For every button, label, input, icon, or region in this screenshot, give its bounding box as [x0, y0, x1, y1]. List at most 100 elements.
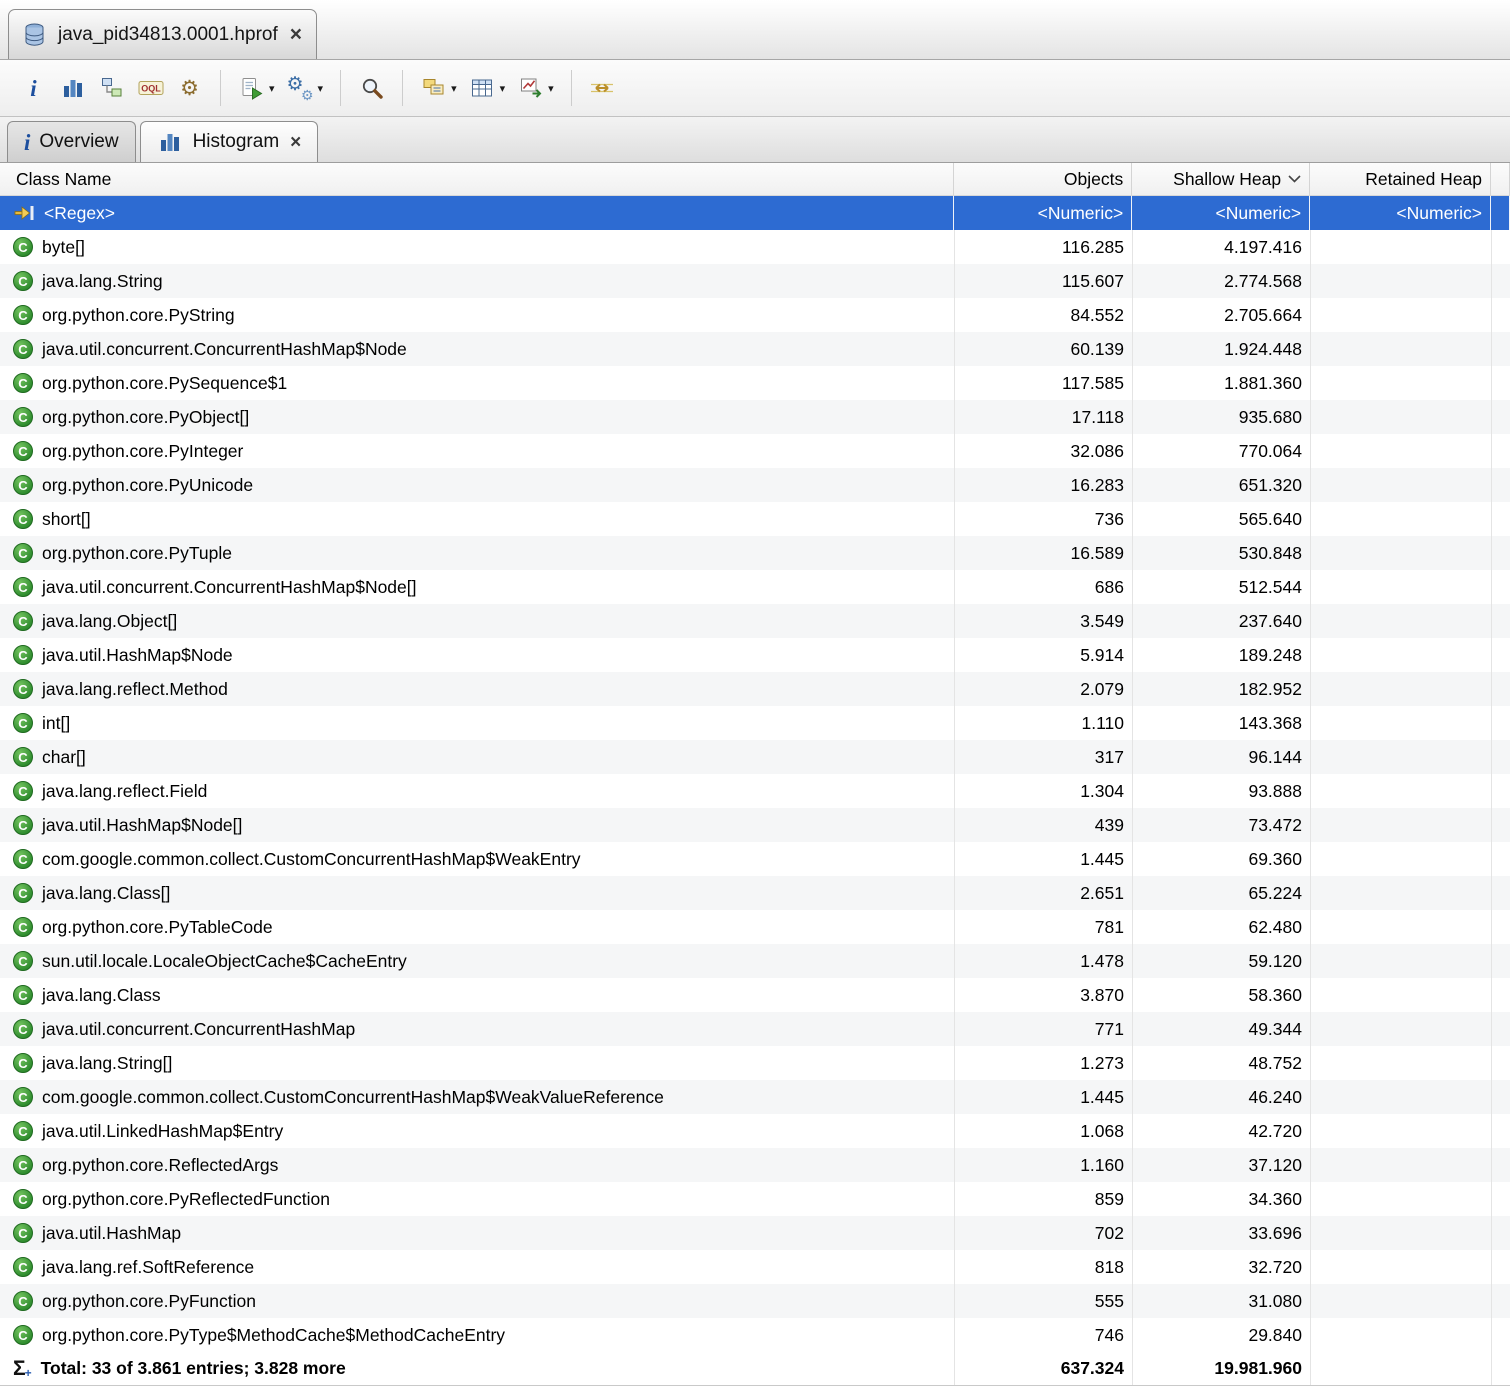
table-row[interactable]: Corg.python.core.PyType$MethodCache$Meth… [0, 1318, 1510, 1352]
retained-heap-filter-input[interactable]: <Numeric> [1310, 196, 1491, 230]
table-row[interactable]: Cshort[]736565.640 [0, 502, 1510, 536]
table-row[interactable]: Cjava.lang.Class[]2.65165.224 [0, 876, 1510, 910]
table-row[interactable]: Cjava.lang.Object[]3.549237.640 [0, 604, 1510, 638]
column-header-class-name-label: Class Name [16, 169, 111, 190]
filler-cell [1492, 876, 1510, 910]
tab-histogram-close-icon[interactable]: × [290, 133, 301, 152]
class-icon: C [13, 1189, 33, 1209]
table-row[interactable]: Cbyte[]116.2854.197.416 [0, 230, 1510, 264]
customize-table-icon [469, 75, 496, 102]
shallow-heap-cell: 48.752 [1133, 1046, 1311, 1080]
sum-icon: Σ+ [13, 1358, 32, 1379]
total-row[interactable]: Σ+ Total: 33 of 3.861 entries; 3.828 mor… [0, 1352, 1510, 1386]
table-row[interactable]: Cchar[]31796.144 [0, 740, 1510, 774]
table-row[interactable]: Csun.util.locale.LocaleObjectCache$Cache… [0, 944, 1510, 978]
query-browser-button[interactable]: ⚙⚙ ▾ [281, 72, 330, 105]
table-row[interactable]: Cjava.util.concurrent.ConcurrentHashMap$… [0, 332, 1510, 366]
objects-filter-input[interactable]: <Numeric> [954, 196, 1132, 230]
class-name: org.python.core.PyTableCode [42, 917, 273, 938]
retained-heap-cell [1311, 706, 1492, 740]
table-row[interactable]: Cjava.util.concurrent.ConcurrentHashMap7… [0, 1012, 1510, 1046]
table-row[interactable]: Corg.python.core.PyInteger32.086770.064 [0, 434, 1510, 468]
table-row[interactable]: Corg.python.core.PySequence$1117.5851.88… [0, 366, 1510, 400]
customize-table-button[interactable]: ▾ [463, 72, 512, 105]
shallow-heap-filter-input[interactable]: <Numeric> [1132, 196, 1310, 230]
class-name-cell: Cjava.util.HashMap [0, 1216, 955, 1250]
shallow-heap-cell: 770.064 [1133, 434, 1311, 468]
table-row[interactable]: Corg.python.core.PyFunction55531.080 [0, 1284, 1510, 1318]
table-row[interactable]: Cjava.util.LinkedHashMap$Entry1.06842.72… [0, 1114, 1510, 1148]
filler-cell [1492, 1182, 1510, 1216]
histogram-button[interactable] [53, 72, 92, 105]
class-icon: C [13, 985, 33, 1005]
class-icon: C [13, 1223, 33, 1243]
run-expert-test-button[interactable]: ▾ [232, 72, 281, 105]
search-button[interactable] [352, 72, 391, 105]
table-header-row: Class Name Objects Shallow Heap Retained… [0, 163, 1510, 196]
class-name: java.util.HashMap [42, 1223, 181, 1244]
table-row[interactable]: Cjava.util.concurrent.ConcurrentHashMap$… [0, 570, 1510, 604]
dropdown-arrow-icon[interactable]: ▾ [269, 82, 275, 95]
editor-tab-close-icon[interactable]: × [290, 24, 302, 45]
table-row[interactable]: Cjava.lang.String[]1.27348.752 [0, 1046, 1510, 1080]
retained-heap-cell [1311, 1284, 1492, 1318]
column-header-retained-heap-label: Retained Heap [1365, 169, 1482, 190]
class-icon: C [13, 339, 33, 359]
tab-overview[interactable]: i Overview [7, 121, 136, 162]
filler-cell [1492, 774, 1510, 808]
class-name-cell: Cint[] [0, 706, 955, 740]
column-header-class-name[interactable]: Class Name [0, 163, 954, 195]
class-name: java.util.LinkedHashMap$Entry [42, 1121, 283, 1142]
column-header-retained-heap[interactable]: Retained Heap [1310, 163, 1491, 195]
dominator-tree-button[interactable] [92, 72, 131, 105]
column-header-shallow-heap[interactable]: Shallow Heap [1132, 163, 1310, 195]
table-row[interactable]: Cjava.lang.String115.6072.774.568 [0, 264, 1510, 298]
table-row[interactable]: Cjava.lang.reflect.Method2.079182.952 [0, 672, 1510, 706]
table-row[interactable]: Cjava.util.HashMap$Node[]43973.472 [0, 808, 1510, 842]
editor-tab-heap-dump[interactable]: java_pid34813.0001.hprof × [8, 9, 317, 59]
table-row[interactable]: Corg.python.core.PyTableCode78162.480 [0, 910, 1510, 944]
table-row[interactable]: Corg.python.core.PyReflectedFunction8593… [0, 1182, 1510, 1216]
table-row[interactable]: Corg.python.core.ReflectedArgs1.16037.12… [0, 1148, 1510, 1182]
group-by-button[interactable]: ▾ [414, 72, 463, 105]
table-row[interactable]: Corg.python.core.PyUnicode16.283651.320 [0, 468, 1510, 502]
sort-descending-icon [1288, 175, 1301, 183]
table-row[interactable]: Cint[]1.110143.368 [0, 706, 1510, 740]
table-row[interactable]: Corg.python.core.PyObject[]17.118935.680 [0, 400, 1510, 434]
table-row[interactable]: Cjava.lang.Class3.87058.360 [0, 978, 1510, 1012]
filler-cell [1492, 604, 1510, 638]
info-button[interactable]: i [14, 72, 53, 105]
dropdown-arrow-icon[interactable]: ▾ [451, 82, 457, 95]
table-row[interactable]: Cjava.lang.ref.SoftReference81832.720 [0, 1250, 1510, 1284]
table-row[interactable]: Cjava.util.HashMap70233.696 [0, 1216, 1510, 1250]
table-row[interactable]: Ccom.google.common.collect.CustomConcurr… [0, 1080, 1510, 1114]
table-row[interactable]: Corg.python.core.PyString84.5522.705.664 [0, 298, 1510, 332]
objects-cell: 746 [955, 1318, 1133, 1352]
table-row[interactable]: Cjava.util.HashMap$Node5.914189.248 [0, 638, 1510, 672]
filler-cell [1492, 332, 1510, 366]
inspections-button[interactable]: ⚙ [170, 72, 209, 105]
class-name-cell: Corg.python.core.PyType$MethodCache$Meth… [0, 1318, 955, 1352]
compare-button[interactable] [583, 72, 622, 105]
query-browser-icon: ⚙⚙ [287, 75, 314, 102]
class-name-filter-input[interactable]: <Regex> [44, 203, 115, 224]
class-icon: C [13, 645, 33, 665]
objects-cell: 16.283 [955, 468, 1133, 502]
table-row[interactable]: Corg.python.core.PyTuple16.589530.848 [0, 536, 1510, 570]
column-header-objects[interactable]: Objects [954, 163, 1132, 195]
filler-cell [1492, 434, 1510, 468]
regex-filter-row[interactable]: <Regex> <Numeric> <Numeric> <Numeric> [0, 196, 1510, 230]
class-icon: C [13, 917, 33, 937]
tab-histogram[interactable]: Histogram × [140, 121, 319, 162]
dropdown-arrow-icon[interactable]: ▾ [318, 82, 324, 95]
editor-tab-title: java_pid34813.0001.hprof [58, 24, 278, 46]
dropdown-arrow-icon[interactable]: ▾ [500, 82, 506, 95]
class-icon: C [13, 679, 33, 699]
export-button[interactable]: ▾ [511, 72, 560, 105]
table-row[interactable]: Ccom.google.common.collect.CustomConcurr… [0, 842, 1510, 876]
dropdown-arrow-icon[interactable]: ▾ [548, 82, 554, 95]
objects-cell: 317 [955, 740, 1133, 774]
filler-cell [1492, 672, 1510, 706]
table-row[interactable]: Cjava.lang.reflect.Field1.30493.888 [0, 774, 1510, 808]
oql-button[interactable]: OQL [131, 72, 170, 105]
